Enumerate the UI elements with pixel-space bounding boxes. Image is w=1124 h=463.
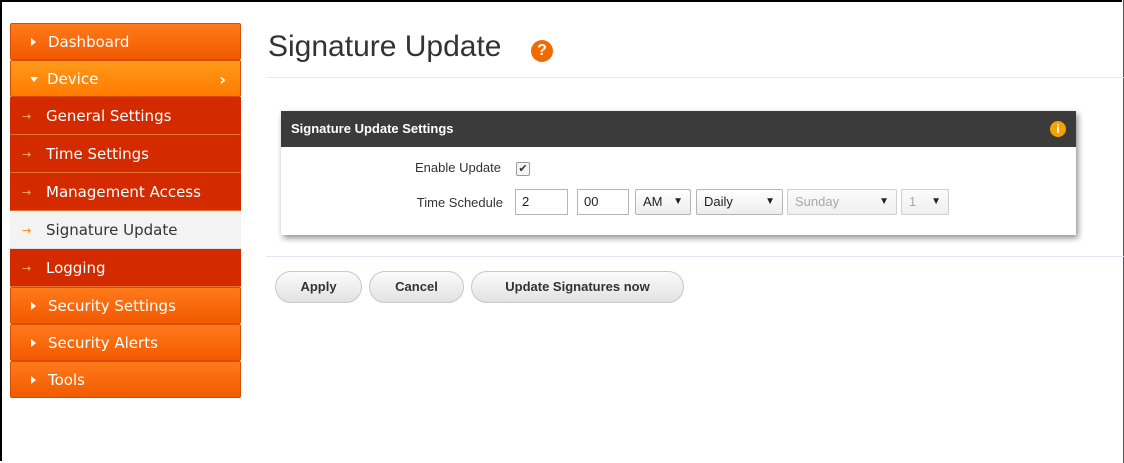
sidebar-item-general-settings[interactable]: → General Settings xyxy=(10,97,241,135)
sidebar-item-label: Security Alerts xyxy=(48,334,158,352)
sidebar-item-signature-update[interactable]: → Signature Update xyxy=(10,211,241,249)
weekday-value: Sunday xyxy=(795,194,840,209)
sidebar-item-logging[interactable]: → Logging xyxy=(10,249,241,287)
sidebar-item-management-access[interactable]: → Management Access xyxy=(10,173,241,211)
enable-update-checkbox[interactable]: ✔ xyxy=(516,162,530,176)
minute-input[interactable]: 00 xyxy=(577,189,629,215)
caret-down-icon: ▼ xyxy=(673,196,683,207)
triangle-right-icon xyxy=(31,302,36,310)
sidebar-item-label: Tools xyxy=(48,371,85,389)
help-icon[interactable]: ? xyxy=(531,40,553,62)
ampm-select[interactable]: AM ▼ xyxy=(635,189,691,215)
frequency-value: Daily xyxy=(704,194,733,209)
enable-update-label: Enable Update xyxy=(414,160,501,175)
cancel-button[interactable]: Cancel xyxy=(369,271,464,303)
panel-title: Signature Update Settings xyxy=(291,121,454,136)
frequency-select[interactable]: Daily ▼ xyxy=(696,189,783,215)
info-icon[interactable]: i xyxy=(1050,121,1066,137)
triangle-right-icon xyxy=(31,376,36,384)
settings-panel: Signature Update Settings i Enable Updat… xyxy=(281,111,1076,235)
sidebar-item-time-settings[interactable]: → Time Settings xyxy=(10,135,241,173)
sidebar-item-tools[interactable]: Tools xyxy=(10,361,241,398)
sidebar-item-label: Dashboard xyxy=(48,33,130,51)
arrow-right-icon: → xyxy=(22,148,32,161)
hour-input[interactable]: 2 xyxy=(515,189,568,215)
triangle-right-icon xyxy=(31,38,36,46)
arrow-right-icon: → xyxy=(22,110,32,123)
apply-button[interactable]: Apply xyxy=(275,271,362,303)
sidebar-item-dashboard[interactable]: Dashboard xyxy=(10,23,241,60)
caret-down-icon: ▼ xyxy=(879,196,889,207)
panel-divider xyxy=(266,256,1124,257)
sidebar-item-label: General Settings xyxy=(46,107,172,125)
update-signatures-now-button[interactable]: Update Signatures now xyxy=(471,271,684,303)
triangle-right-icon xyxy=(31,339,36,347)
sidebar-item-label: Logging xyxy=(46,259,106,277)
sidebar-item-label: Signature Update xyxy=(46,221,178,239)
chevron-right-icon: › xyxy=(219,70,226,89)
arrow-right-icon: → xyxy=(22,262,32,275)
page-title: Signature Update xyxy=(268,30,502,63)
panel-header: Signature Update Settings i xyxy=(281,111,1076,147)
sidebar: Dashboard Device › → General Settings → … xyxy=(10,23,241,398)
caret-down-icon: ▼ xyxy=(765,196,775,207)
sidebar-item-label: Management Access xyxy=(46,183,201,201)
sidebar-item-label: Device xyxy=(47,70,99,88)
title-divider xyxy=(266,77,1124,78)
sidebar-item-label: Security Settings xyxy=(48,297,176,315)
sidebar-item-security-settings[interactable]: Security Settings xyxy=(10,287,241,324)
ampm-value: AM xyxy=(643,194,663,209)
caret-down-icon: ▼ xyxy=(931,196,941,207)
time-schedule-label: Time Schedule xyxy=(416,195,503,210)
sidebar-item-device[interactable]: Device › xyxy=(10,60,241,97)
arrow-right-icon: → xyxy=(22,224,32,237)
arrow-right-icon: → xyxy=(22,186,32,199)
day-select[interactable]: 1 ▼ xyxy=(901,189,949,215)
sidebar-item-label: Time Settings xyxy=(46,145,150,163)
sidebar-item-security-alerts[interactable]: Security Alerts xyxy=(10,324,241,361)
weekday-select[interactable]: Sunday ▼ xyxy=(787,189,897,215)
day-value: 1 xyxy=(909,194,917,209)
triangle-down-icon xyxy=(30,77,38,82)
